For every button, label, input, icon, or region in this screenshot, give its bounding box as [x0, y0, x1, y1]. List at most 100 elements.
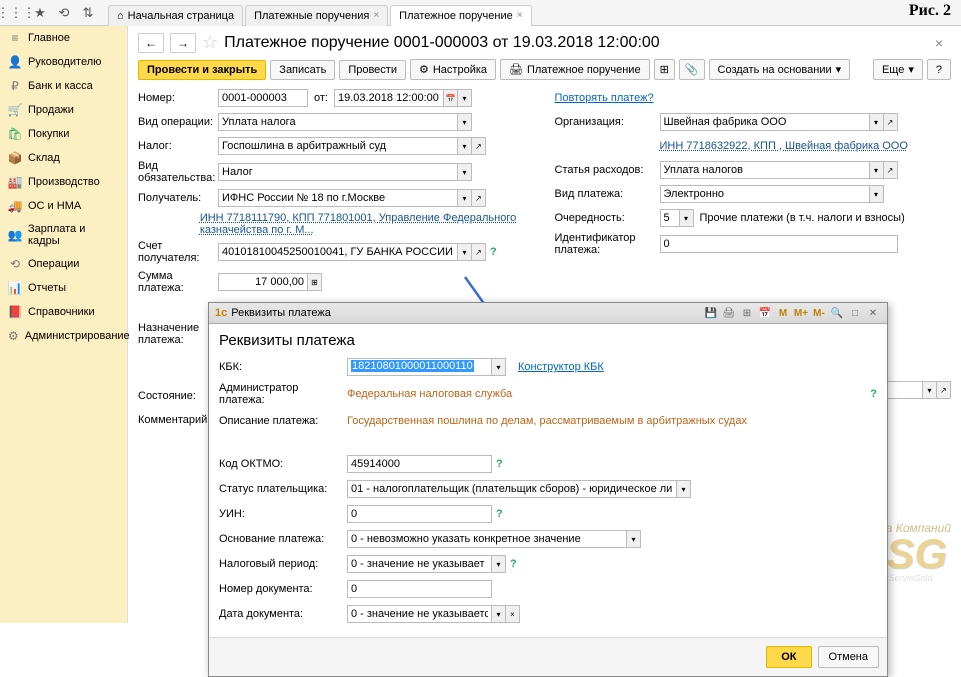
- reg-button[interactable]: ⊞: [654, 59, 675, 80]
- dropdown-icon[interactable]: ▾: [627, 530, 641, 548]
- docdate-input[interactable]: [347, 605, 492, 623]
- dropdown-icon[interactable]: ▾: [492, 605, 506, 623]
- id-input[interactable]: [660, 235, 898, 253]
- dropdown-icon[interactable]: ▾: [923, 381, 937, 399]
- close-icon[interactable]: ✕: [865, 305, 881, 321]
- tab-list[interactable]: Платежные поручения×: [245, 5, 388, 26]
- dropdown-icon[interactable]: ▾: [458, 113, 472, 131]
- inn-link[interactable]: ИНН 7718632922, КПП , Швейная фабрика ОО…: [660, 140, 908, 152]
- dropdown-icon[interactable]: ▾: [458, 89, 472, 107]
- help-icon[interactable]: ?: [490, 246, 497, 258]
- recipient-input[interactable]: [218, 189, 458, 207]
- calendar-icon[interactable]: 📅: [444, 89, 458, 107]
- sidebar-item[interactable]: 👥Зарплата и кадры: [0, 218, 127, 252]
- dropdown-icon[interactable]: ▾: [870, 113, 884, 131]
- close-icon[interactable]: ×: [517, 10, 523, 21]
- apps-icon[interactable]: ⋮⋮⋮: [6, 3, 26, 23]
- sidebar-item[interactable]: 🏭Производство: [0, 170, 127, 194]
- open-icon[interactable]: ↗: [472, 189, 486, 207]
- open-icon[interactable]: ↗: [884, 161, 898, 179]
- create-based-button[interactable]: Создать на основании ▾: [709, 59, 851, 80]
- sidebar-item[interactable]: 👤Руководителю: [0, 50, 127, 74]
- kpp-link[interactable]: ИНН 7718111790, КПП 771801001, Управлени…: [200, 212, 535, 236]
- period-input[interactable]: [347, 555, 492, 573]
- tax-input[interactable]: [218, 137, 458, 155]
- obl-input[interactable]: [218, 163, 458, 181]
- optype-input[interactable]: [218, 113, 458, 131]
- close-icon[interactable]: ×: [373, 10, 379, 21]
- settings-button[interactable]: ⚙Настройка: [410, 59, 496, 80]
- close-button[interactable]: ×: [935, 35, 943, 51]
- clear-icon[interactable]: ×: [506, 605, 520, 623]
- star-icon[interactable]: ★: [30, 3, 50, 23]
- basis-input[interactable]: [347, 530, 627, 548]
- open-icon[interactable]: ↗: [884, 113, 898, 131]
- post-close-button[interactable]: Провести и закрыть: [138, 60, 266, 80]
- sidebar-item[interactable]: ⟲Операции: [0, 252, 127, 276]
- help-icon[interactable]: ?: [496, 508, 503, 520]
- docnum-input[interactable]: [347, 580, 492, 598]
- cancel-button[interactable]: Отмена: [818, 646, 879, 668]
- history-icon[interactable]: ⟲: [54, 3, 74, 23]
- paytype-input[interactable]: [660, 185, 870, 203]
- status-input[interactable]: [347, 480, 677, 498]
- calc-icon[interactable]: ⊞: [308, 273, 322, 291]
- help-icon[interactable]: ?: [496, 458, 503, 470]
- dropdown-icon[interactable]: ▾: [458, 189, 472, 207]
- dropdown-icon[interactable]: ▾: [458, 243, 472, 261]
- amount-input[interactable]: [218, 273, 308, 291]
- tab-home[interactable]: ⌂Начальная страница: [108, 5, 243, 26]
- kbk-constructor-link[interactable]: Конструктор КБК: [518, 361, 604, 373]
- uin-input[interactable]: [347, 505, 492, 523]
- help-icon[interactable]: ?: [510, 558, 517, 570]
- sidebar-item[interactable]: 🛍Покупки: [0, 122, 127, 146]
- sidebar-item[interactable]: 🛒Продажи: [0, 98, 127, 122]
- sidebar-item[interactable]: ≡Главное: [0, 26, 127, 50]
- dropdown-icon[interactable]: ▾: [458, 163, 472, 181]
- search-icon[interactable]: 🔍: [829, 305, 845, 321]
- back-button[interactable]: ←: [138, 33, 164, 53]
- open-icon[interactable]: ↗: [472, 137, 486, 155]
- ok-button[interactable]: ОК: [766, 646, 811, 668]
- tab-doc[interactable]: Платежное поручение×: [390, 5, 531, 26]
- print-icon[interactable]: 🖨: [721, 305, 737, 321]
- sidebar-item[interactable]: 📕Справочники: [0, 300, 127, 324]
- m-plus-button[interactable]: М+: [793, 305, 809, 321]
- dropdown-icon[interactable]: ▾: [680, 209, 694, 227]
- repeat-link[interactable]: Повторять платеж?: [555, 92, 654, 104]
- dropdown-icon[interactable]: ▾: [870, 161, 884, 179]
- help-button[interactable]: ?: [927, 59, 951, 80]
- dropdown-icon[interactable]: ▾: [492, 555, 506, 573]
- attach-button[interactable]: 📎: [679, 59, 705, 80]
- dropdown-icon[interactable]: ▾: [458, 137, 472, 155]
- m-minus-button[interactable]: М-: [811, 305, 827, 321]
- dropdown-icon[interactable]: ▾: [870, 185, 884, 203]
- sidebar-item[interactable]: 🚚ОС и НМА: [0, 194, 127, 218]
- calc-icon[interactable]: ⊞: [739, 305, 755, 321]
- print-button[interactable]: 🖨Платежное поручение: [500, 59, 650, 80]
- calendar-icon[interactable]: 📅: [757, 305, 773, 321]
- sidebar-item[interactable]: 📊Отчеты: [0, 276, 127, 300]
- maximize-icon[interactable]: □: [847, 305, 863, 321]
- help-icon[interactable]: ?: [870, 388, 877, 400]
- sidebar-item[interactable]: ₽Банк и касса: [0, 74, 127, 98]
- open-icon[interactable]: ↗: [472, 243, 486, 261]
- account-input[interactable]: [218, 243, 458, 261]
- m-button[interactable]: М: [775, 305, 791, 321]
- sidebar-item[interactable]: ⚙Администрирование: [0, 324, 127, 348]
- expense-input[interactable]: [660, 161, 870, 179]
- write-button[interactable]: Записать: [270, 60, 335, 80]
- sidebar-item[interactable]: 📦Склад: [0, 146, 127, 170]
- forward-button[interactable]: →: [170, 33, 196, 53]
- org-input[interactable]: [660, 113, 870, 131]
- favorite-icon[interactable]: ☆: [202, 32, 218, 53]
- date-input[interactable]: [334, 89, 444, 107]
- priority-input[interactable]: [660, 209, 680, 227]
- save-icon[interactable]: 💾: [703, 305, 719, 321]
- oktmo-input[interactable]: [347, 455, 492, 473]
- dropdown-icon[interactable]: ▾: [677, 480, 691, 498]
- nav-icon[interactable]: ⇅: [78, 3, 98, 23]
- post-button[interactable]: Провести: [339, 60, 406, 80]
- kbk-input[interactable]: 18210801000011000110: [347, 358, 492, 376]
- dropdown-icon[interactable]: ▾: [492, 358, 506, 376]
